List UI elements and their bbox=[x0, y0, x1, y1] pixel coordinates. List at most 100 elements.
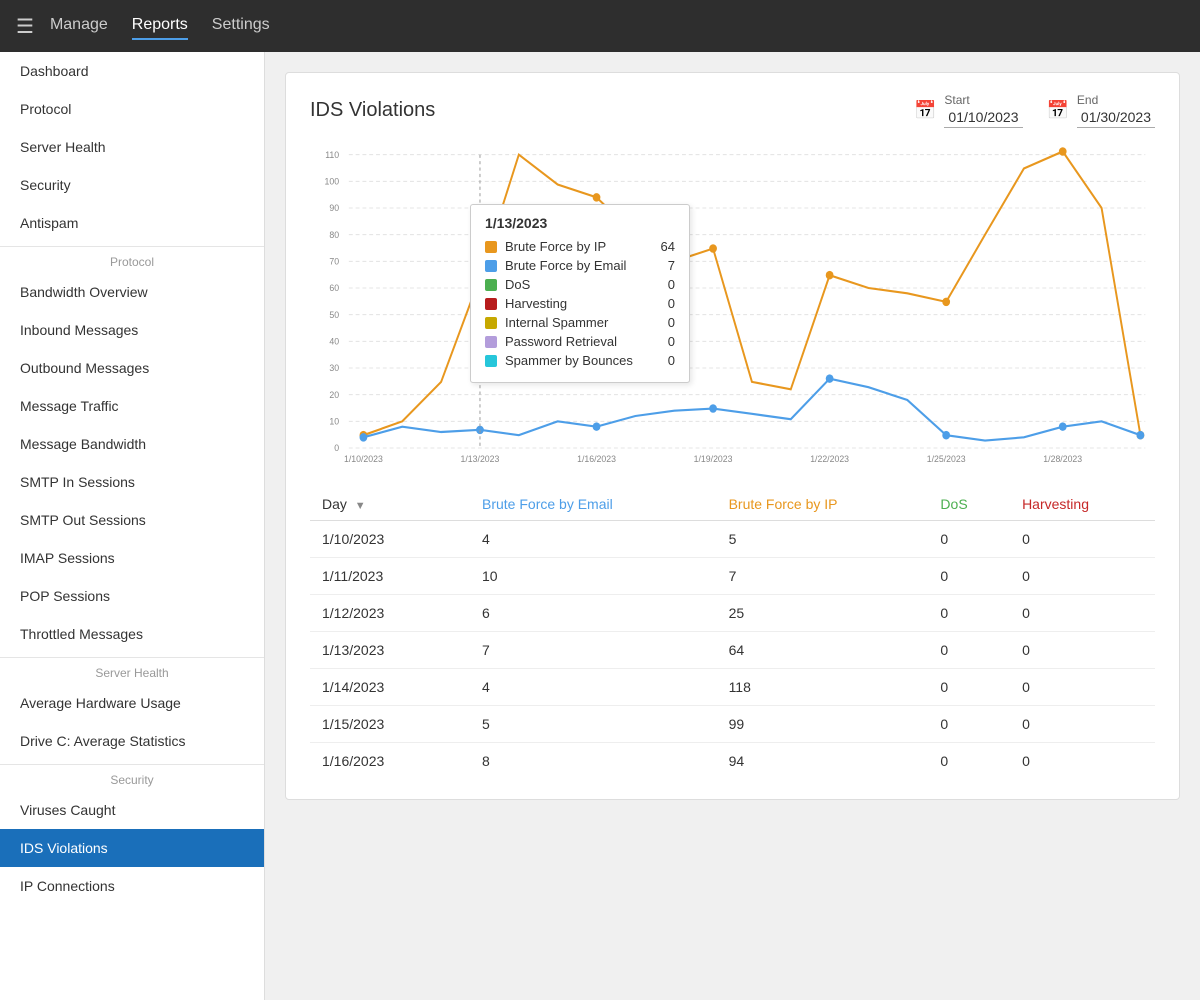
card-header: IDS Violations 📅 Start 01/10/2023 📅 End bbox=[310, 93, 1155, 128]
table-row: 1/11/2023 10 7 0 0 bbox=[310, 558, 1155, 595]
sidebar-item-drive-c[interactable]: Drive C: Average Statistics bbox=[0, 722, 264, 760]
tooltip-color-swatch bbox=[485, 355, 497, 367]
cell-day: 1/16/2023 bbox=[310, 743, 470, 780]
main-content: IDS Violations 📅 Start 01/10/2023 📅 End bbox=[265, 52, 1200, 1000]
tooltip-row-left: Spammer by Bounces bbox=[485, 353, 633, 368]
sidebar-item-inbound-messages[interactable]: Inbound Messages bbox=[0, 311, 264, 349]
section-label-server-health: Server Health bbox=[0, 657, 264, 684]
sidebar-item-smtp-out[interactable]: SMTP Out Sessions bbox=[0, 501, 264, 539]
section-label-protocol: Protocol bbox=[0, 246, 264, 273]
cell-day: 1/12/2023 bbox=[310, 595, 470, 632]
start-calendar-icon[interactable]: 📅 bbox=[914, 100, 936, 121]
tooltip-rows: Brute Force by IP 64 Brute Force by Emai… bbox=[485, 239, 675, 368]
cell-dos: 0 bbox=[928, 521, 1010, 558]
sidebar-item-outbound-messages[interactable]: Outbound Messages bbox=[0, 349, 264, 387]
ids-violations-card: IDS Violations 📅 Start 01/10/2023 📅 End bbox=[285, 72, 1180, 800]
svg-text:1/10/2023: 1/10/2023 bbox=[344, 454, 383, 464]
tooltip-row: Brute Force by Email 7 bbox=[485, 258, 675, 273]
svg-text:0: 0 bbox=[334, 443, 339, 453]
sidebar-item-ids[interactable]: IDS Violations bbox=[0, 829, 264, 867]
svg-text:10: 10 bbox=[329, 416, 339, 426]
end-calendar-icon[interactable]: 📅 bbox=[1047, 100, 1069, 121]
cell-dos: 0 bbox=[928, 595, 1010, 632]
tooltip-row-label: Password Retrieval bbox=[505, 334, 617, 349]
cell-ip: 5 bbox=[717, 521, 929, 558]
tooltip-row-label: DoS bbox=[505, 277, 530, 292]
table-row: 1/14/2023 4 118 0 0 bbox=[310, 669, 1155, 706]
tooltip-row-label: Spammer by Bounces bbox=[505, 353, 633, 368]
svg-text:60: 60 bbox=[329, 283, 339, 293]
tooltip-row: Spammer by Bounces 0 bbox=[485, 353, 675, 368]
nav-manage[interactable]: Manage bbox=[50, 12, 108, 40]
sidebar-item-imap[interactable]: IMAP Sessions bbox=[0, 539, 264, 577]
sidebar-item-protocol-top[interactable]: Protocol bbox=[0, 90, 264, 128]
sidebar-item-server-health-top[interactable]: Server Health bbox=[0, 128, 264, 166]
sidebar-item-viruses[interactable]: Viruses Caught bbox=[0, 791, 264, 829]
cell-email: 4 bbox=[470, 669, 717, 706]
tooltip-row: DoS 0 bbox=[485, 277, 675, 292]
cell-day: 1/10/2023 bbox=[310, 521, 470, 558]
table-row: 1/13/2023 7 64 0 0 bbox=[310, 632, 1155, 669]
tooltip-row: Harvesting 0 bbox=[485, 296, 675, 311]
cell-ip: 64 bbox=[717, 632, 929, 669]
end-date-group: End 01/30/2023 bbox=[1077, 93, 1155, 128]
start-date-value[interactable]: 01/10/2023 bbox=[944, 107, 1022, 128]
cell-email: 6 bbox=[470, 595, 717, 632]
tooltip-row-left: Internal Spammer bbox=[485, 315, 608, 330]
main-layout: Dashboard Protocol Server Health Securit… bbox=[0, 52, 1200, 1000]
end-date-value[interactable]: 01/30/2023 bbox=[1077, 107, 1155, 128]
svg-text:1/22/2023: 1/22/2023 bbox=[810, 454, 849, 464]
col-header-dos: DoS bbox=[928, 488, 1010, 521]
cell-email: 8 bbox=[470, 743, 717, 780]
nav-reports[interactable]: Reports bbox=[132, 12, 188, 40]
svg-text:90: 90 bbox=[329, 203, 339, 213]
sidebar-item-throttled[interactable]: Throttled Messages bbox=[0, 615, 264, 653]
top-navigation: ☰ Manage Reports Settings bbox=[0, 0, 1200, 52]
end-date-control: 📅 End 01/30/2023 bbox=[1047, 93, 1156, 128]
tooltip-color-swatch bbox=[485, 336, 497, 348]
sidebar-item-dashboard[interactable]: Dashboard bbox=[0, 52, 264, 90]
cell-ip: 94 bbox=[717, 743, 929, 780]
cell-harvesting: 0 bbox=[1010, 632, 1155, 669]
cell-ip: 118 bbox=[717, 669, 929, 706]
table-header-row: Day ▼ Brute Force by Email Brute Force b… bbox=[310, 488, 1155, 521]
sidebar-item-ip-connections[interactable]: IP Connections bbox=[0, 867, 264, 905]
hamburger-menu-icon[interactable]: ☰ bbox=[16, 14, 34, 39]
cell-day: 1/11/2023 bbox=[310, 558, 470, 595]
tooltip-row-label: Internal Spammer bbox=[505, 315, 608, 330]
col-header-ip: Brute Force by IP bbox=[717, 488, 929, 521]
svg-text:1/25/2023: 1/25/2023 bbox=[927, 454, 966, 464]
tooltip-row: Brute Force by IP 64 bbox=[485, 239, 675, 254]
sidebar-item-smtp-in[interactable]: SMTP In Sessions bbox=[0, 463, 264, 501]
sidebar-item-antispam[interactable]: Antispam bbox=[0, 204, 264, 242]
cell-harvesting: 0 bbox=[1010, 669, 1155, 706]
tooltip-row-left: Password Retrieval bbox=[485, 334, 617, 349]
sidebar-item-message-traffic[interactable]: Message Traffic bbox=[0, 387, 264, 425]
nav-settings[interactable]: Settings bbox=[212, 12, 270, 40]
cell-harvesting: 0 bbox=[1010, 743, 1155, 780]
sidebar-item-security-top[interactable]: Security bbox=[0, 166, 264, 204]
start-date-group: Start 01/10/2023 bbox=[944, 93, 1022, 128]
start-date-control: 📅 Start 01/10/2023 bbox=[914, 93, 1023, 128]
svg-text:110: 110 bbox=[325, 150, 339, 160]
tooltip-row-left: Brute Force by IP bbox=[485, 239, 606, 254]
cell-ip: 7 bbox=[717, 558, 929, 595]
tooltip-row-left: Harvesting bbox=[485, 296, 567, 311]
sidebar-item-bandwidth-overview[interactable]: Bandwidth Overview bbox=[0, 273, 264, 311]
chart-container: .grid-line { stroke: #ddd; stroke-dashar… bbox=[310, 144, 1155, 464]
sidebar-item-pop[interactable]: POP Sessions bbox=[0, 577, 264, 615]
data-table: Day ▼ Brute Force by Email Brute Force b… bbox=[310, 488, 1155, 779]
svg-text:1/28/2023: 1/28/2023 bbox=[1043, 454, 1082, 464]
table-body: 1/10/2023 4 5 0 0 1/11/2023 10 7 0 0 1/1… bbox=[310, 521, 1155, 780]
end-label: End bbox=[1077, 93, 1155, 107]
svg-text:1/13/2023: 1/13/2023 bbox=[461, 454, 500, 464]
svg-text:50: 50 bbox=[329, 310, 339, 320]
sidebar-item-avg-hardware[interactable]: Average Hardware Usage bbox=[0, 684, 264, 722]
sidebar: Dashboard Protocol Server Health Securit… bbox=[0, 52, 265, 1000]
tooltip-color-swatch bbox=[485, 241, 497, 253]
sidebar-item-message-bandwidth[interactable]: Message Bandwidth bbox=[0, 425, 264, 463]
sort-icon-day[interactable]: ▼ bbox=[355, 500, 366, 512]
cell-email: 4 bbox=[470, 521, 717, 558]
svg-text:40: 40 bbox=[329, 336, 339, 346]
cell-dos: 0 bbox=[928, 743, 1010, 780]
